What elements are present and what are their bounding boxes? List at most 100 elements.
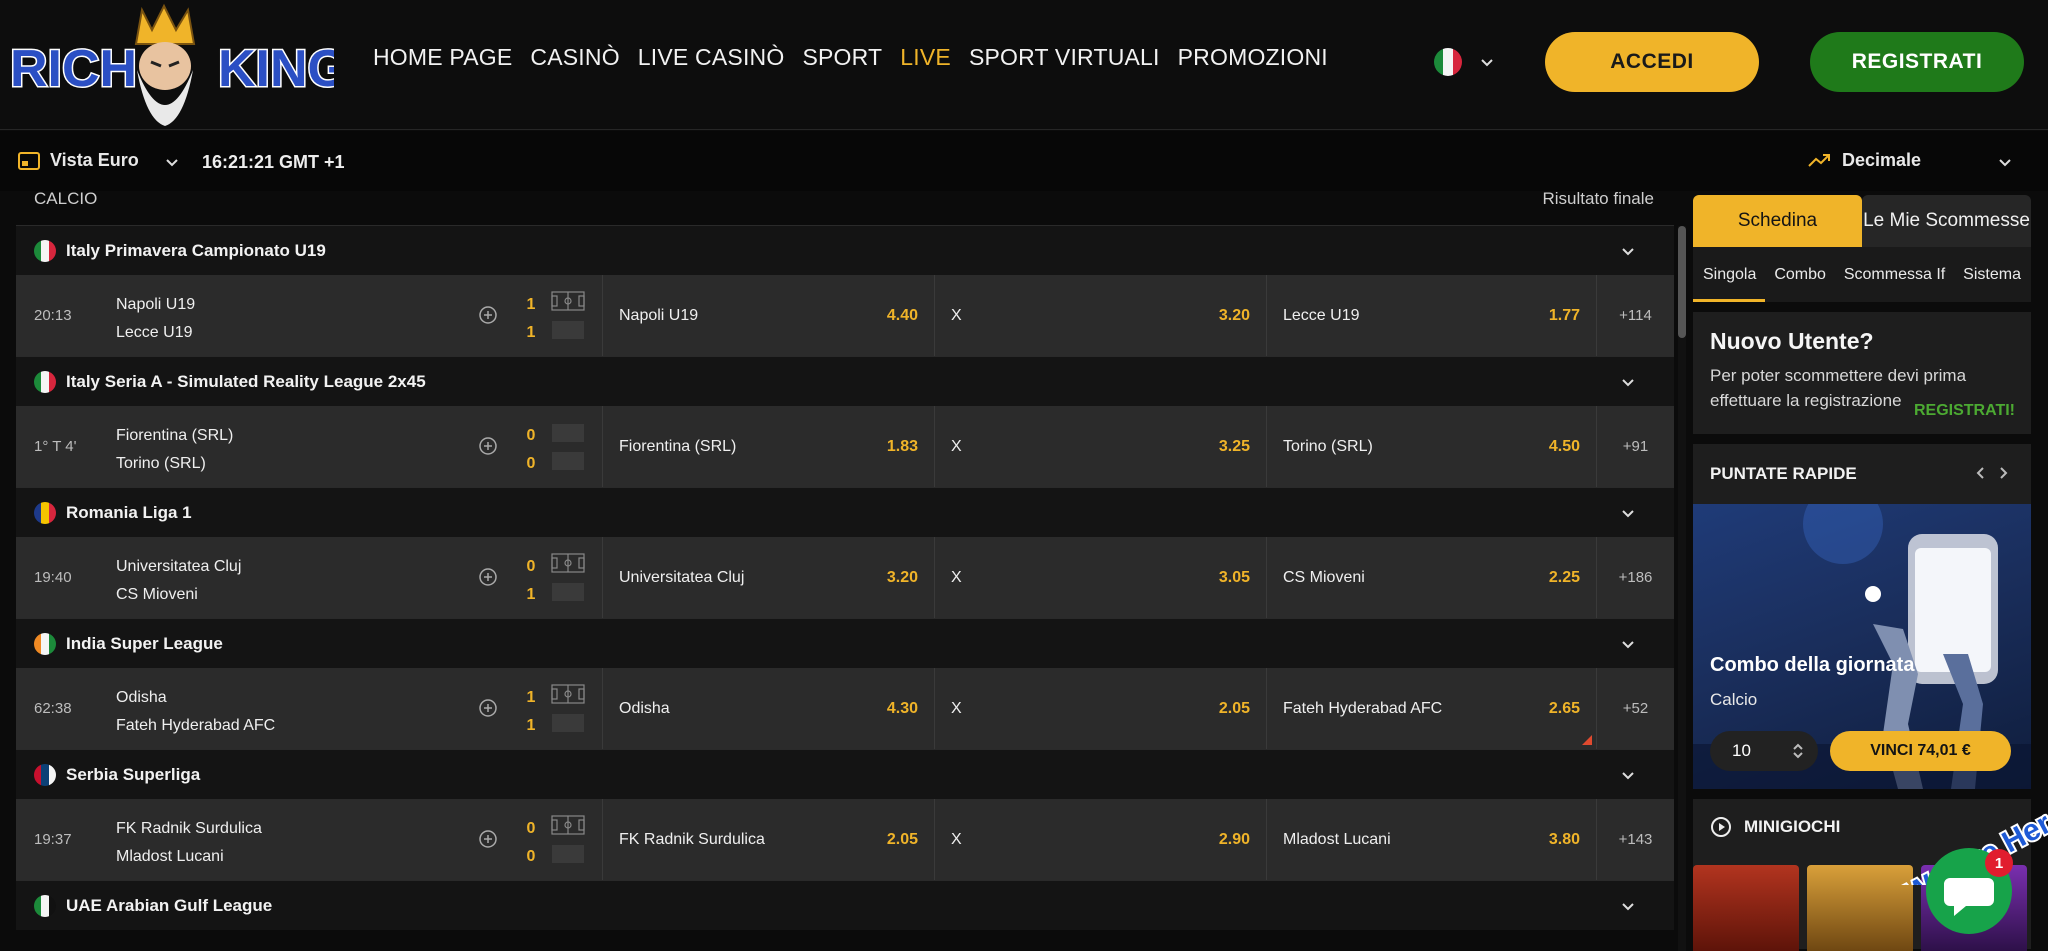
match-teams[interactable]: FK Radnik Surdulica Mladost Lucani — [116, 815, 262, 871]
league-header[interactable]: UAE Arabian Gulf League — [16, 880, 1674, 930]
match-score: 00 — [524, 815, 538, 871]
trend-icon — [1808, 153, 1830, 167]
odd-away-button[interactable]: Lecce U19 1.77 — [1266, 275, 1596, 356]
match-time: 20:13 — [34, 307, 72, 324]
mini-game-tile[interactable] — [1693, 865, 1799, 951]
tab-betslip[interactable]: Schedina — [1693, 195, 1862, 247]
odd-draw-button[interactable]: X 3.20 — [934, 275, 1266, 356]
chevron-down-icon[interactable] — [1620, 375, 1636, 396]
more-markets-button[interactable]: +143 — [1596, 799, 1674, 880]
pitch-icon[interactable] — [551, 815, 585, 865]
odd-draw-button[interactable]: X 2.90 — [934, 799, 1266, 880]
add-to-favorites-icon[interactable] — [478, 567, 498, 587]
nav-casino[interactable]: CASINÒ — [530, 44, 619, 71]
add-to-favorites-icon[interactable] — [478, 305, 498, 325]
pitch-icon[interactable] — [551, 684, 585, 734]
pitch-icon[interactable] — [551, 422, 585, 472]
away-team: Torino (SRL) — [116, 455, 206, 472]
match-teams[interactable]: Universitatea Cluj CS Mioveni — [116, 553, 241, 609]
stepper-icon[interactable] — [1792, 743, 1804, 759]
odd-draw-button[interactable]: X 2.05 — [934, 668, 1266, 749]
add-to-favorites-icon[interactable] — [478, 829, 498, 849]
odds-format-selector[interactable]: Decimale — [1808, 150, 1921, 171]
quick-bet-card[interactable]: Combo della giornata Calcio 10 VINCI 74,… — [1693, 504, 2031, 789]
nav-sport[interactable]: SPORT — [802, 44, 882, 71]
league-header[interactable]: Italy Seria A - Simulated Reality League… — [16, 356, 1674, 406]
league-header[interactable]: Romania Liga 1 — [16, 487, 1674, 537]
chevron-down-icon[interactable] — [1620, 637, 1636, 658]
odd-draw-button[interactable]: X 3.05 — [934, 537, 1266, 618]
odd-home-button[interactable]: Universitatea Cluj 3.20 — [602, 537, 934, 618]
pitch-icon[interactable] — [551, 291, 585, 341]
stake-input[interactable]: 10 — [1710, 731, 1818, 771]
nav-live[interactable]: LIVE — [900, 44, 951, 71]
more-markets-button[interactable]: +91 — [1596, 406, 1674, 487]
odd-home-button[interactable]: FK Radnik Surdulica 2.05 — [602, 799, 934, 880]
play-circle-icon — [1711, 817, 1731, 837]
odd-home-button[interactable]: Odisha 4.30 — [602, 668, 934, 749]
view-label: Vista Euro — [50, 150, 139, 170]
odd-away-button[interactable]: Fateh Hyderabad AFC 2.65 — [1266, 668, 1596, 749]
nav-home[interactable]: HOME PAGE — [373, 44, 512, 71]
league-header[interactable]: Italy Primavera Campionato U19 — [16, 225, 1674, 275]
win-button[interactable]: VINCI 74,01 € — [1830, 731, 2011, 771]
nav-promotions[interactable]: PROMOZIONI — [1178, 44, 1328, 71]
league-header[interactable]: Serbia Superliga — [16, 749, 1674, 799]
chevron-right-icon[interactable] — [1999, 466, 2009, 480]
odd-draw-value: 2.05 — [1218, 699, 1250, 717]
more-markets-button[interactable]: +186 — [1596, 537, 1674, 618]
odd-home-button[interactable]: Fiorentina (SRL) 1.83 — [602, 406, 934, 487]
odd-home-button[interactable]: Napoli U19 4.40 — [602, 275, 934, 356]
league-header[interactable]: India Super League — [16, 618, 1674, 668]
tab-single[interactable]: Singola — [1703, 258, 1756, 292]
scrollbar-thumb[interactable] — [1678, 226, 1686, 338]
pitch-icon[interactable] — [551, 553, 585, 603]
tab-if-bet[interactable]: Scommessa If — [1844, 258, 1945, 292]
country-flag-icon — [34, 370, 56, 393]
chevron-down-icon[interactable] — [1620, 244, 1636, 265]
login-button[interactable]: ACCEDI — [1545, 32, 1759, 92]
odd-draw-value: 3.20 — [1218, 306, 1250, 324]
tab-my-bets[interactable]: Le Mie Scommesse — [1862, 195, 2031, 247]
match-row: 19:40 Universitatea Cluj CS Mioveni 0 1 Unive… — [16, 537, 1674, 618]
register-button[interactable]: REGISTRATI — [1810, 32, 2024, 92]
chevron-down-icon[interactable] — [1998, 156, 2012, 170]
chevron-down-icon[interactable] — [165, 156, 179, 170]
match-teams[interactable]: Napoli U19 Lecce U19 — [116, 291, 195, 347]
add-to-favorites-icon[interactable] — [478, 698, 498, 718]
list-scrollbar[interactable] — [1678, 226, 1686, 951]
more-markets-button[interactable]: +114 — [1596, 275, 1674, 356]
league-name: Italy Primavera Campionato U19 — [66, 240, 326, 260]
register-link[interactable]: REGISTRATI! — [1914, 402, 2015, 420]
home-team: Odisha — [116, 689, 167, 706]
odd-away-button[interactable]: CS Mioveni 2.25 — [1266, 537, 1596, 618]
chevron-left-icon[interactable] — [1975, 466, 1985, 480]
odd-draw-button[interactable]: X 3.25 — [934, 406, 1266, 487]
chevron-down-icon[interactable] — [1620, 506, 1636, 527]
league-name: Italy Seria A - Simulated Reality League… — [66, 371, 426, 391]
odd-away-button[interactable]: Mladost Lucani 3.80 — [1266, 799, 1596, 880]
odd-home-label: Odisha — [619, 699, 670, 717]
tab-combo[interactable]: Combo — [1774, 258, 1826, 292]
away-team: Lecce U19 — [116, 324, 193, 341]
odd-away-label: CS Mioveni — [1283, 568, 1365, 586]
live-events-list: CALCIO Risultato finale Italy Primavera … — [16, 191, 1674, 951]
rich-king-logo[interactable]: RICH KING — [4, 0, 334, 130]
nav-virtual-sport[interactable]: SPORT VIRTUALI — [969, 44, 1160, 71]
tab-system[interactable]: Sistema — [1963, 258, 2021, 292]
chevron-down-icon[interactable] — [1620, 768, 1636, 789]
country-flag-icon — [34, 763, 56, 786]
match-teams[interactable]: Fiorentina (SRL) Torino (SRL) — [116, 422, 233, 478]
home-score: 0 — [526, 427, 536, 444]
market-selector[interactable]: Risultato finale — [1542, 191, 1654, 209]
league-name: Romania Liga 1 — [66, 502, 192, 522]
nav-live-casino[interactable]: LIVE CASINÒ — [638, 44, 785, 71]
add-to-favorites-icon[interactable] — [478, 436, 498, 456]
chevron-down-icon[interactable] — [1620, 899, 1636, 920]
language-selector[interactable] — [1434, 48, 1514, 76]
view-selector[interactable]: Vista Euro — [18, 150, 139, 171]
new-user-box: Nuovo Utente? Per poter scommettere devi… — [1693, 312, 2031, 434]
more-markets-button[interactable]: +52 — [1596, 668, 1674, 749]
match-teams[interactable]: Odisha Fateh Hyderabad AFC — [116, 684, 275, 740]
odd-away-button[interactable]: Torino (SRL) 4.50 — [1266, 406, 1596, 487]
